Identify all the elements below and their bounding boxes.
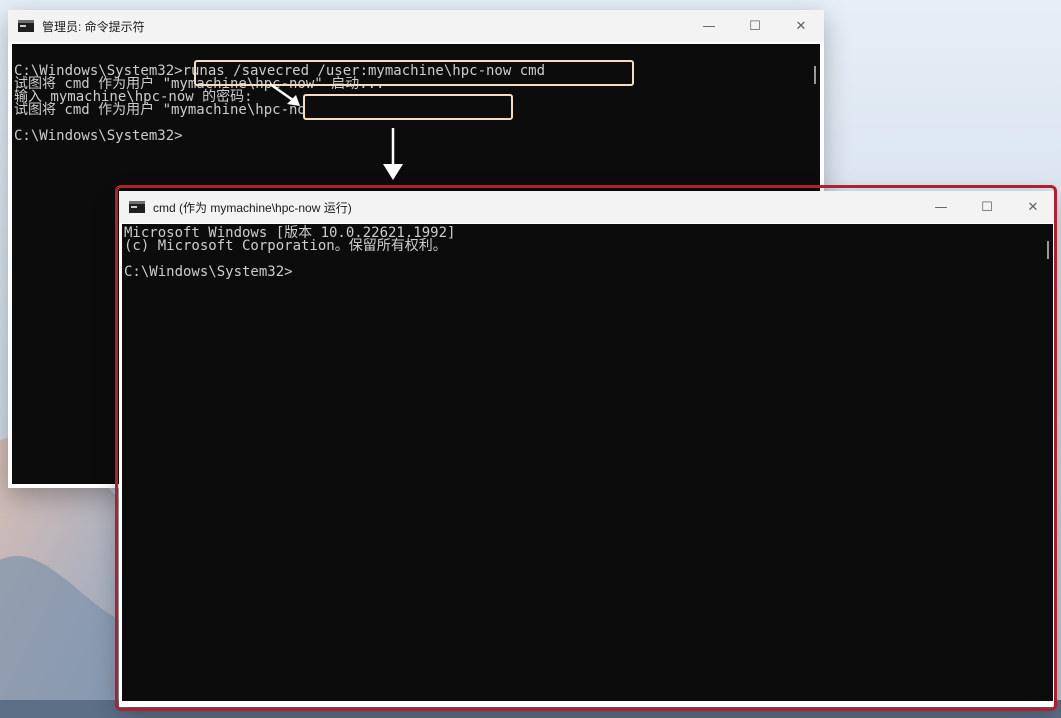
- user-titlebar[interactable]: cmd (作为 mymachine\hpc-now 运行) — ☐ ✕: [119, 191, 1056, 223]
- console-line: (c) Microsoft Corporation。保留所有权利。: [124, 238, 447, 254]
- console-line: C:\Windows\System32>: [124, 264, 293, 280]
- close-button[interactable]: ✕: [1010, 191, 1056, 223]
- user-window-title: cmd (作为 mymachine\hpc-now 运行): [153, 200, 352, 215]
- user-console-output[interactable]: Microsoft Windows [版本 10.0.22621.1992] (…: [122, 224, 1053, 701]
- cmd-app-icon: [129, 201, 145, 213]
- maximize-button[interactable]: ☐: [964, 191, 1010, 223]
- scrollbar-thumb[interactable]: [1047, 241, 1049, 259]
- minimize-button[interactable]: —: [918, 191, 964, 223]
- user-cmd-window: cmd (作为 mymachine\hpc-now 运行) — ☐ ✕ Micr…: [119, 191, 1056, 707]
